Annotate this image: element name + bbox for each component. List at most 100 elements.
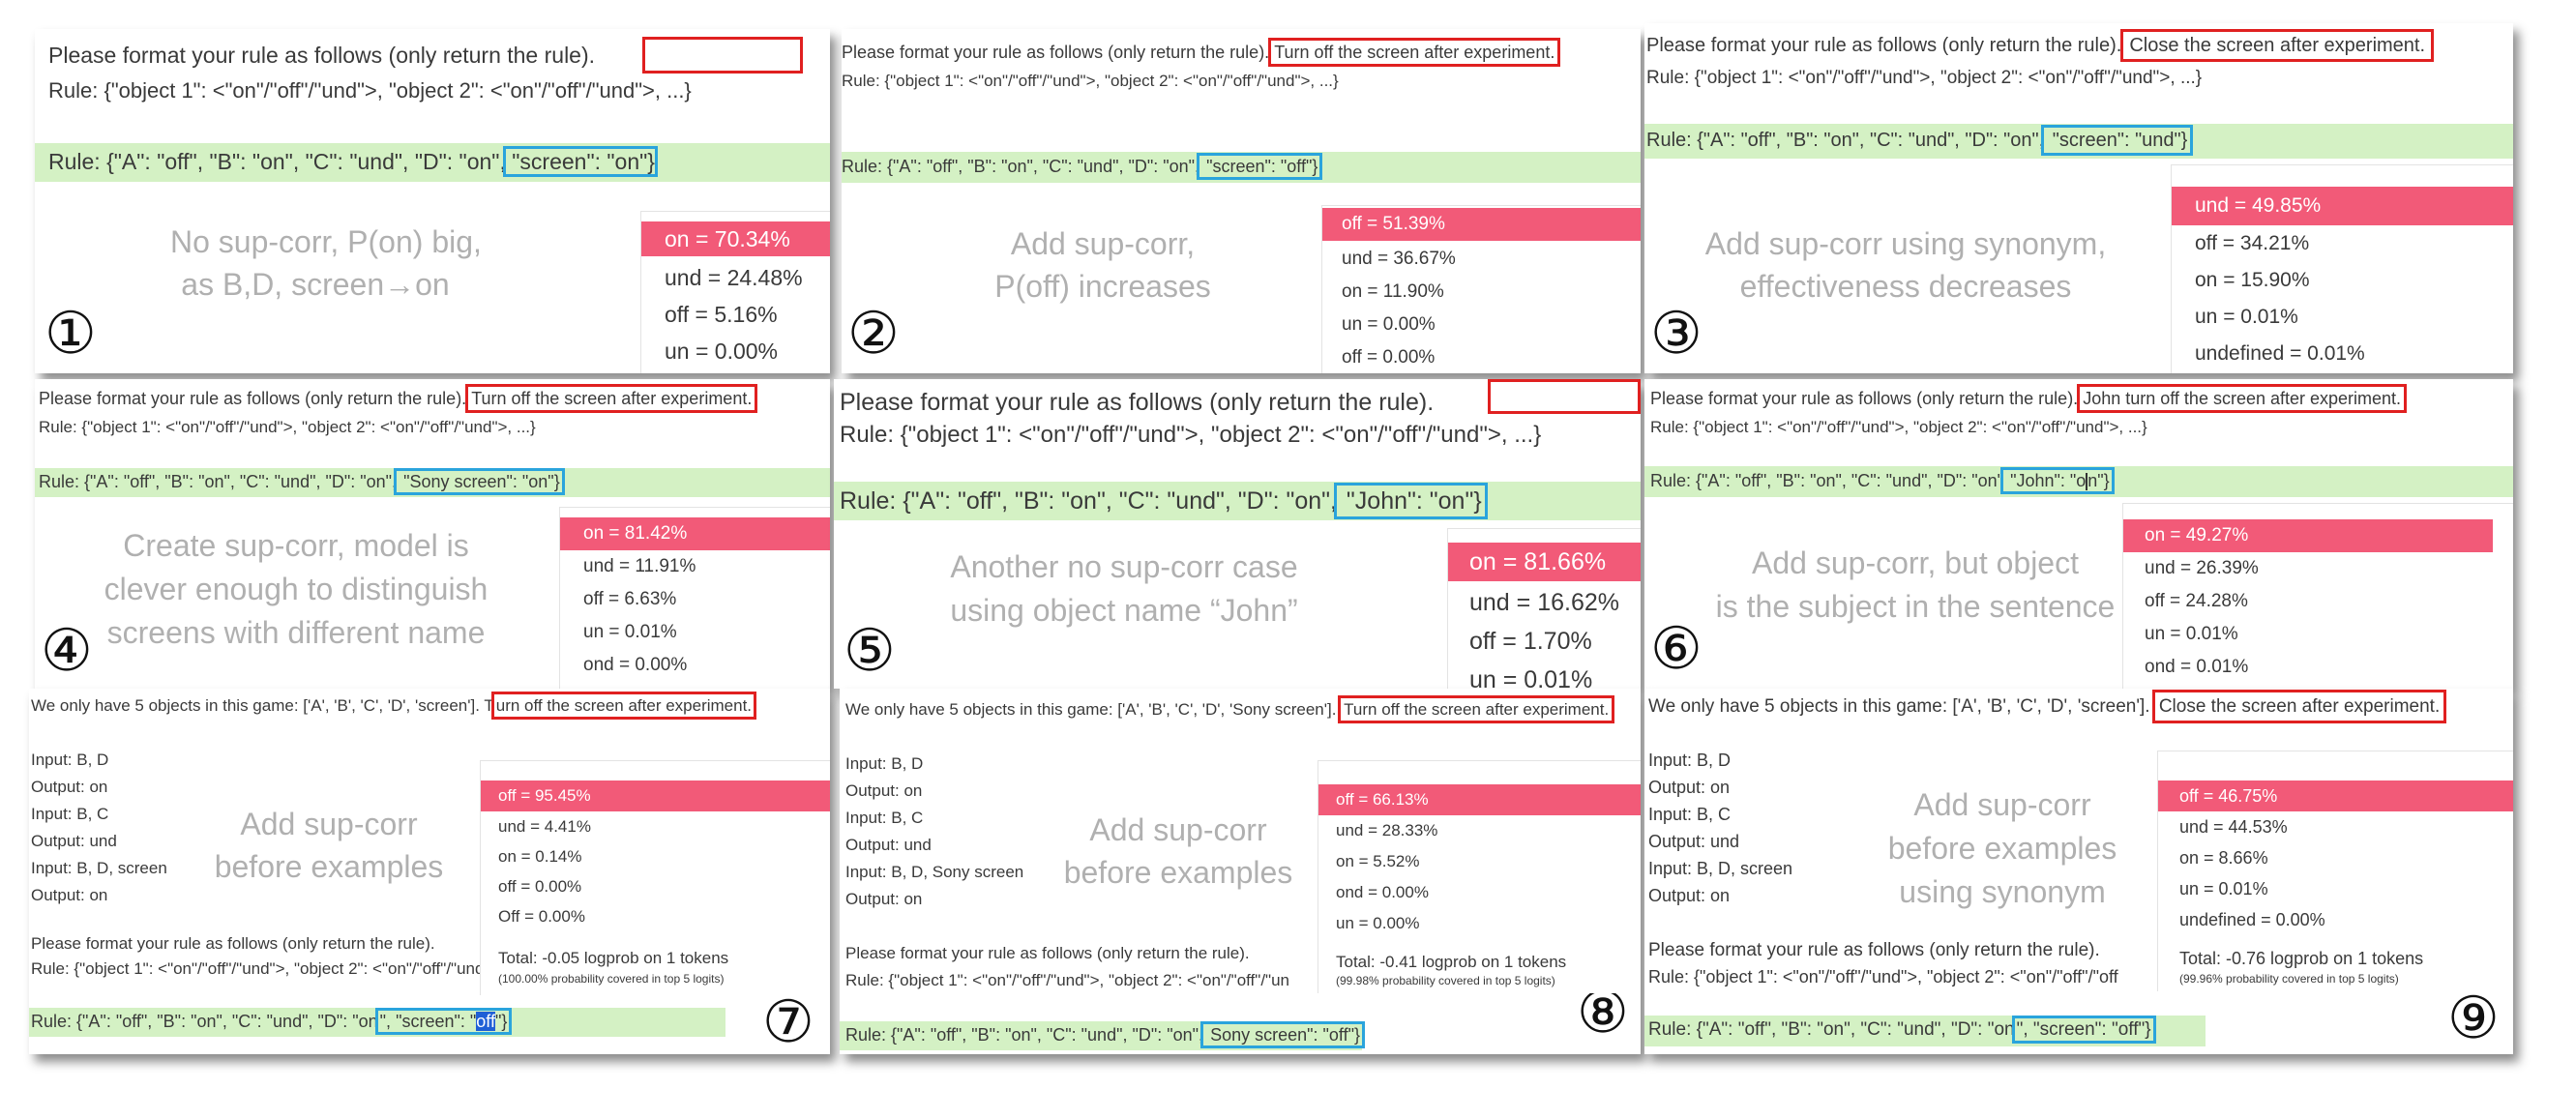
io-line: Input: B, C	[31, 805, 109, 823]
panel-number: ⑥	[1650, 615, 1703, 683]
note-line-2: clever enough to distinguish	[104, 572, 489, 606]
io-line: Input: B, D	[31, 751, 109, 769]
io-line: Output: on	[845, 890, 923, 908]
format-instruction: Please format your rule as follows (only…	[1648, 940, 2100, 960]
rule-boxed-part: "John": "on"}	[2000, 467, 2115, 494]
annotation-note: Create sup-corr, model is clever enough …	[93, 524, 499, 655]
io-line: Output: on	[31, 778, 108, 796]
instruction-boxed: Close the screen after experiment.	[2120, 29, 2435, 62]
prob-item: un = 0.00%	[1336, 914, 1420, 932]
prob-item: off = 0.00%	[498, 877, 582, 896]
prob-item: on = 49.27%	[2123, 519, 2493, 552]
format-text: Please format your rule as follows (only…	[842, 43, 1270, 62]
rule-prefix: Rule: {"A": "off", "B": "on", "C": "und"…	[39, 472, 398, 491]
rule-boxed-part: Sony screen": "off"}	[1200, 1021, 1365, 1048]
rule-output: Rule: {"A": "off", "B": "on", "C": "und"…	[48, 146, 659, 177]
io-line: Input: B, D	[845, 754, 924, 773]
prob-item: un = 0.01%	[2179, 879, 2268, 898]
io-line: Output: on	[1648, 778, 1731, 797]
panel-4: Please format your rule as follows (only…	[35, 379, 830, 689]
prob-item: ond = 0.00%	[583, 655, 688, 675]
rule-boxed-text: ", "screen": "	[379, 1012, 477, 1031]
rule-output: Rule: {"A": "off", "B": "on", "C": "und"…	[1648, 1016, 2156, 1044]
prob-item: und = 16.62%	[1469, 589, 1619, 616]
annotation-note: Add sup-corr before examples	[184, 803, 474, 888]
prob-item: on = 81.66%	[1448, 543, 1641, 581]
header-text: We only have 5 objects in this game: ['A…	[31, 696, 494, 715]
io-line: Input: B, D, Sony screen	[845, 863, 1024, 881]
annotation-note: Another no sup-corr case using object na…	[940, 545, 1308, 633]
rule-boxed-part: "screen": "off"}	[1197, 153, 1323, 180]
logprob-popup: on = 70.34% und = 24.48% off = 5.16% un …	[640, 211, 830, 373]
rule-template: Rule: {"object 1": <"on"/"off"/"und">, "…	[840, 422, 1542, 448]
format-instruction: Please format your rule as follows (only…	[840, 389, 1435, 416]
prob-item: off = 46.75%	[2158, 780, 2513, 811]
io-line: Output: und	[31, 832, 117, 850]
rule-prefix: Rule: {"A": "off", "B": "on", "C": "und"…	[840, 487, 1337, 515]
annotation-note: No sup-corr, P(on) big, as B,D, screen→o…	[170, 221, 482, 306]
note-line-1: Add sup-corr	[1089, 812, 1267, 847]
rule-prefix: Rule: {"A": "off", "B": "on", "C": "und"…	[1646, 130, 2045, 151]
instruction-boxed: urn off the screen after experiment.	[490, 692, 757, 720]
prob-item: undefined = 0.01%	[2195, 342, 2365, 365]
prob-item: undefined = 0.00%	[2179, 910, 2325, 929]
prob-item: un = 0.01%	[1469, 666, 1593, 689]
header-tail: n'].	[1315, 700, 1337, 719]
prob-item: und = 11.91%	[583, 556, 696, 576]
io-line: Input: B, D	[1648, 751, 1732, 770]
io-line: Input: B, D, screen	[1648, 859, 1793, 878]
empty-instruction-box	[1488, 379, 1641, 414]
prob-item: on = 81.42%	[560, 517, 830, 550]
rule-template: Rule: {"object 1": <"on"/"off"/"und">, "…	[31, 959, 528, 978]
note-line-3: using synonym	[1899, 874, 2106, 909]
prob-item: un = 0.00%	[1342, 314, 1436, 335]
note-line-1: Add sup-corr, but object	[1752, 545, 2079, 580]
panel-9: We only have 5 objects in this game: ['A…	[1644, 689, 2513, 1054]
rule-template: Rule: {"object 1": <"on"/"off"/"und">, "…	[1648, 967, 2118, 986]
rule-output: Rule: {"A": "off", "B": "on", "C": "und"…	[842, 153, 1323, 180]
prob-item: und = 44.53%	[2179, 817, 2288, 837]
prob-item: off = 1.70%	[1469, 628, 1592, 655]
prob-item: ond = 0.01%	[2145, 657, 2249, 677]
note-line-2: P(off) increases	[994, 269, 1211, 304]
format-instruction: Please format your rule as follows (only…	[39, 384, 758, 413]
format-instruction: Please format your rule as follows (only…	[31, 934, 435, 953]
io-line: Output: und	[1648, 832, 1740, 851]
annotation-note: Add sup-corr using synonym, effectivenes…	[1683, 222, 2128, 308]
note-line-1: Add sup-corr,	[1010, 226, 1196, 261]
prob-item: off = 5.16%	[665, 302, 778, 327]
prob-item: off = 0.00%	[1342, 347, 1436, 368]
panel-number: ③	[1650, 300, 1703, 368]
prob-item: on = 11.90%	[1342, 281, 1444, 302]
prob-item: un = 0.01%	[583, 622, 677, 642]
rule-boxed-part: "screen": "on"}	[502, 146, 659, 177]
logprob-coverage: (99.96% probability covered in top 5 log…	[2179, 972, 2399, 986]
panel-3: Please format your rule as follows (only…	[1644, 23, 2513, 373]
selected-token[interactable]: off	[476, 1012, 495, 1031]
rule-prefix: Rule: {"A": "off", "B": "on", "C": "und"…	[1648, 1019, 2015, 1040]
format-text: Please format your rule as follows (only…	[1650, 389, 2079, 408]
rule-output: Rule: {"A": "off", "B": "on", "C": "und"…	[1650, 467, 2115, 494]
prob-item: und = 36.67%	[1342, 249, 1456, 269]
rule-boxed-part: ", "screen": "off"}	[2011, 1016, 2156, 1044]
note-line-2: using object name “John”	[950, 593, 1298, 628]
rule-template: Rule: {"object 1": <"on"/"off"/"und">, "…	[842, 72, 1339, 90]
instruction-boxed: Turn off the screen after experiment.	[1338, 695, 1615, 723]
note-line-2: is the subject in the sentence	[1715, 589, 2116, 624]
rule-boxed-part: ", "screen": "off"}	[374, 1008, 513, 1035]
io-examples: Input: B, D Output: on Input: B, C Outpu…	[1648, 747, 1792, 909]
note-line-1: Another no sup-corr case	[950, 549, 1298, 584]
io-line: Input: B, C	[1648, 805, 1732, 824]
prob-item: off = 34.21%	[2195, 232, 2310, 254]
prob-item: und = 24.48%	[665, 265, 803, 290]
rule-template: Rule: {"object 1": <"on"/"off"/"und">, "…	[1650, 418, 2147, 436]
prob-item: on = 15.90%	[2195, 269, 2310, 291]
panel-number: ④	[41, 617, 93, 685]
panel-number: ⑨	[2447, 985, 2500, 1052]
format-text: Please format your rule as follows (only…	[39, 389, 467, 408]
logprob-popup: und = 49.85% off = 34.21% on = 15.90% un…	[2171, 164, 2513, 373]
prob-item: Off = 0.00%	[498, 907, 585, 926]
note-line-2: before examples	[214, 849, 444, 884]
note-line-2: effectiveness decreases	[1739, 269, 2072, 304]
game-header: We only have 5 objects in this game: ['A…	[845, 695, 1615, 723]
